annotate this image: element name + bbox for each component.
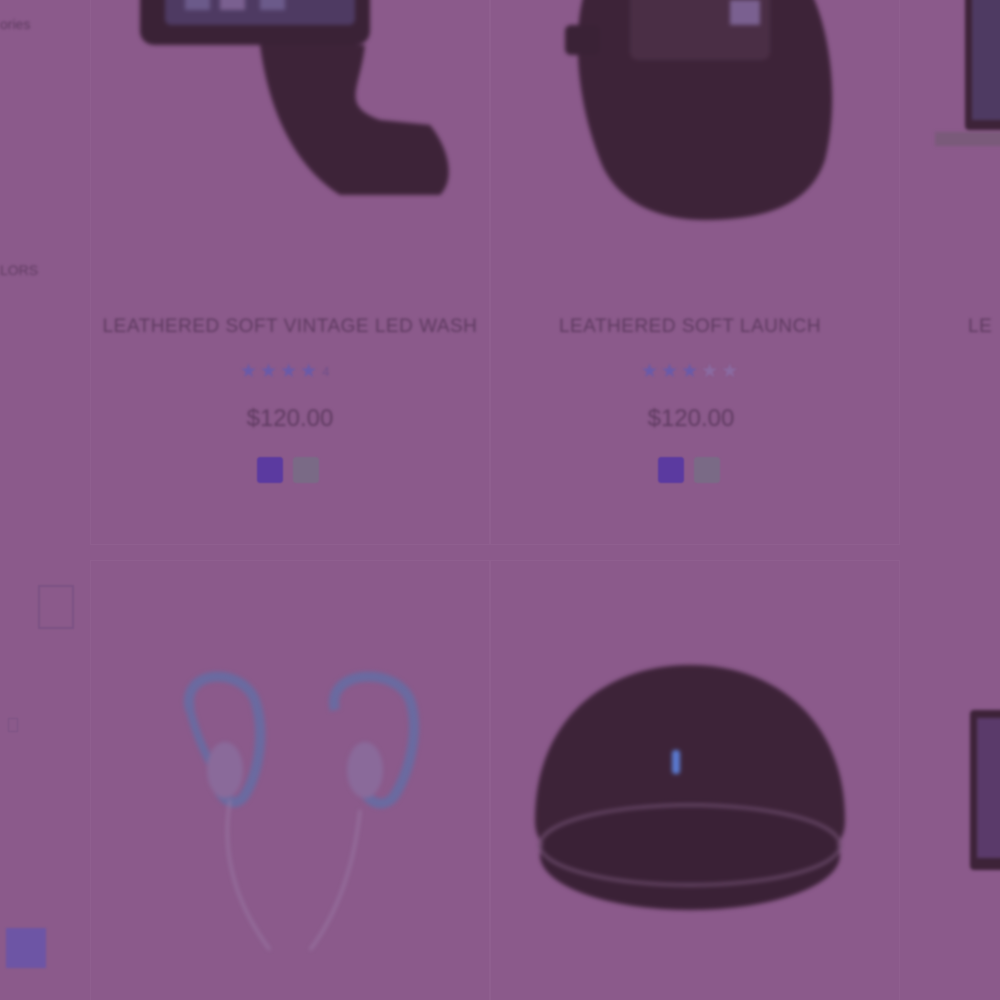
smartwatch-front-icon[interactable] bbox=[545, 0, 855, 230]
star-empty-icon: ★ bbox=[721, 361, 739, 382]
smartwatch-side-icon[interactable] bbox=[110, 0, 470, 220]
compare-icon[interactable] bbox=[38, 585, 74, 629]
product-rating: ★ ★ ★ ★ 4 bbox=[240, 362, 329, 381]
star-filled-icon: ★ bbox=[681, 361, 699, 382]
product-title[interactable]: LE bbox=[968, 316, 1000, 338]
swatch-purple[interactable] bbox=[658, 457, 684, 483]
swatch-gray[interactable] bbox=[694, 457, 720, 483]
star-filled-icon: ★ bbox=[641, 361, 659, 382]
color-filter-swatch[interactable] bbox=[6, 928, 46, 968]
swatch-gray[interactable] bbox=[293, 457, 319, 483]
product-rating: ★ ★ ★ ★ ★ bbox=[641, 362, 738, 381]
star-empty-icon: ★ bbox=[701, 361, 719, 382]
star-filled-icon: ★ bbox=[260, 361, 278, 382]
product-title[interactable]: LEATHERED SOFT LAUNCH bbox=[490, 316, 890, 338]
sidebar-category-label[interactable]: ories bbox=[0, 16, 30, 32]
swatch-purple[interactable] bbox=[257, 457, 283, 483]
tablet-icon[interactable] bbox=[930, 0, 1000, 160]
product-grid: ories LORS LEATHERED SOFT VINTAGE LED WA… bbox=[0, 0, 1000, 1000]
product-price: $120.00 bbox=[647, 405, 735, 432]
star-filled-icon: ★ bbox=[240, 361, 258, 382]
rating-count: 4 bbox=[322, 364, 330, 379]
tablet-icon[interactable] bbox=[955, 700, 1000, 890]
nav-arrow-icon[interactable] bbox=[8, 718, 18, 732]
star-filled-icon: ★ bbox=[280, 361, 298, 382]
product-price: $120.00 bbox=[246, 405, 334, 432]
color-swatches bbox=[257, 457, 319, 483]
color-swatches bbox=[658, 457, 720, 483]
product-title[interactable]: LEATHERED SOFT VINTAGE LED WASH bbox=[90, 316, 490, 338]
round-speaker-icon[interactable] bbox=[525, 660, 855, 930]
star-filled-icon: ★ bbox=[661, 361, 679, 382]
star-filled-icon: ★ bbox=[300, 361, 318, 382]
earbuds-icon[interactable] bbox=[160, 660, 440, 960]
sidebar-filter-label[interactable]: LORS bbox=[0, 262, 38, 278]
